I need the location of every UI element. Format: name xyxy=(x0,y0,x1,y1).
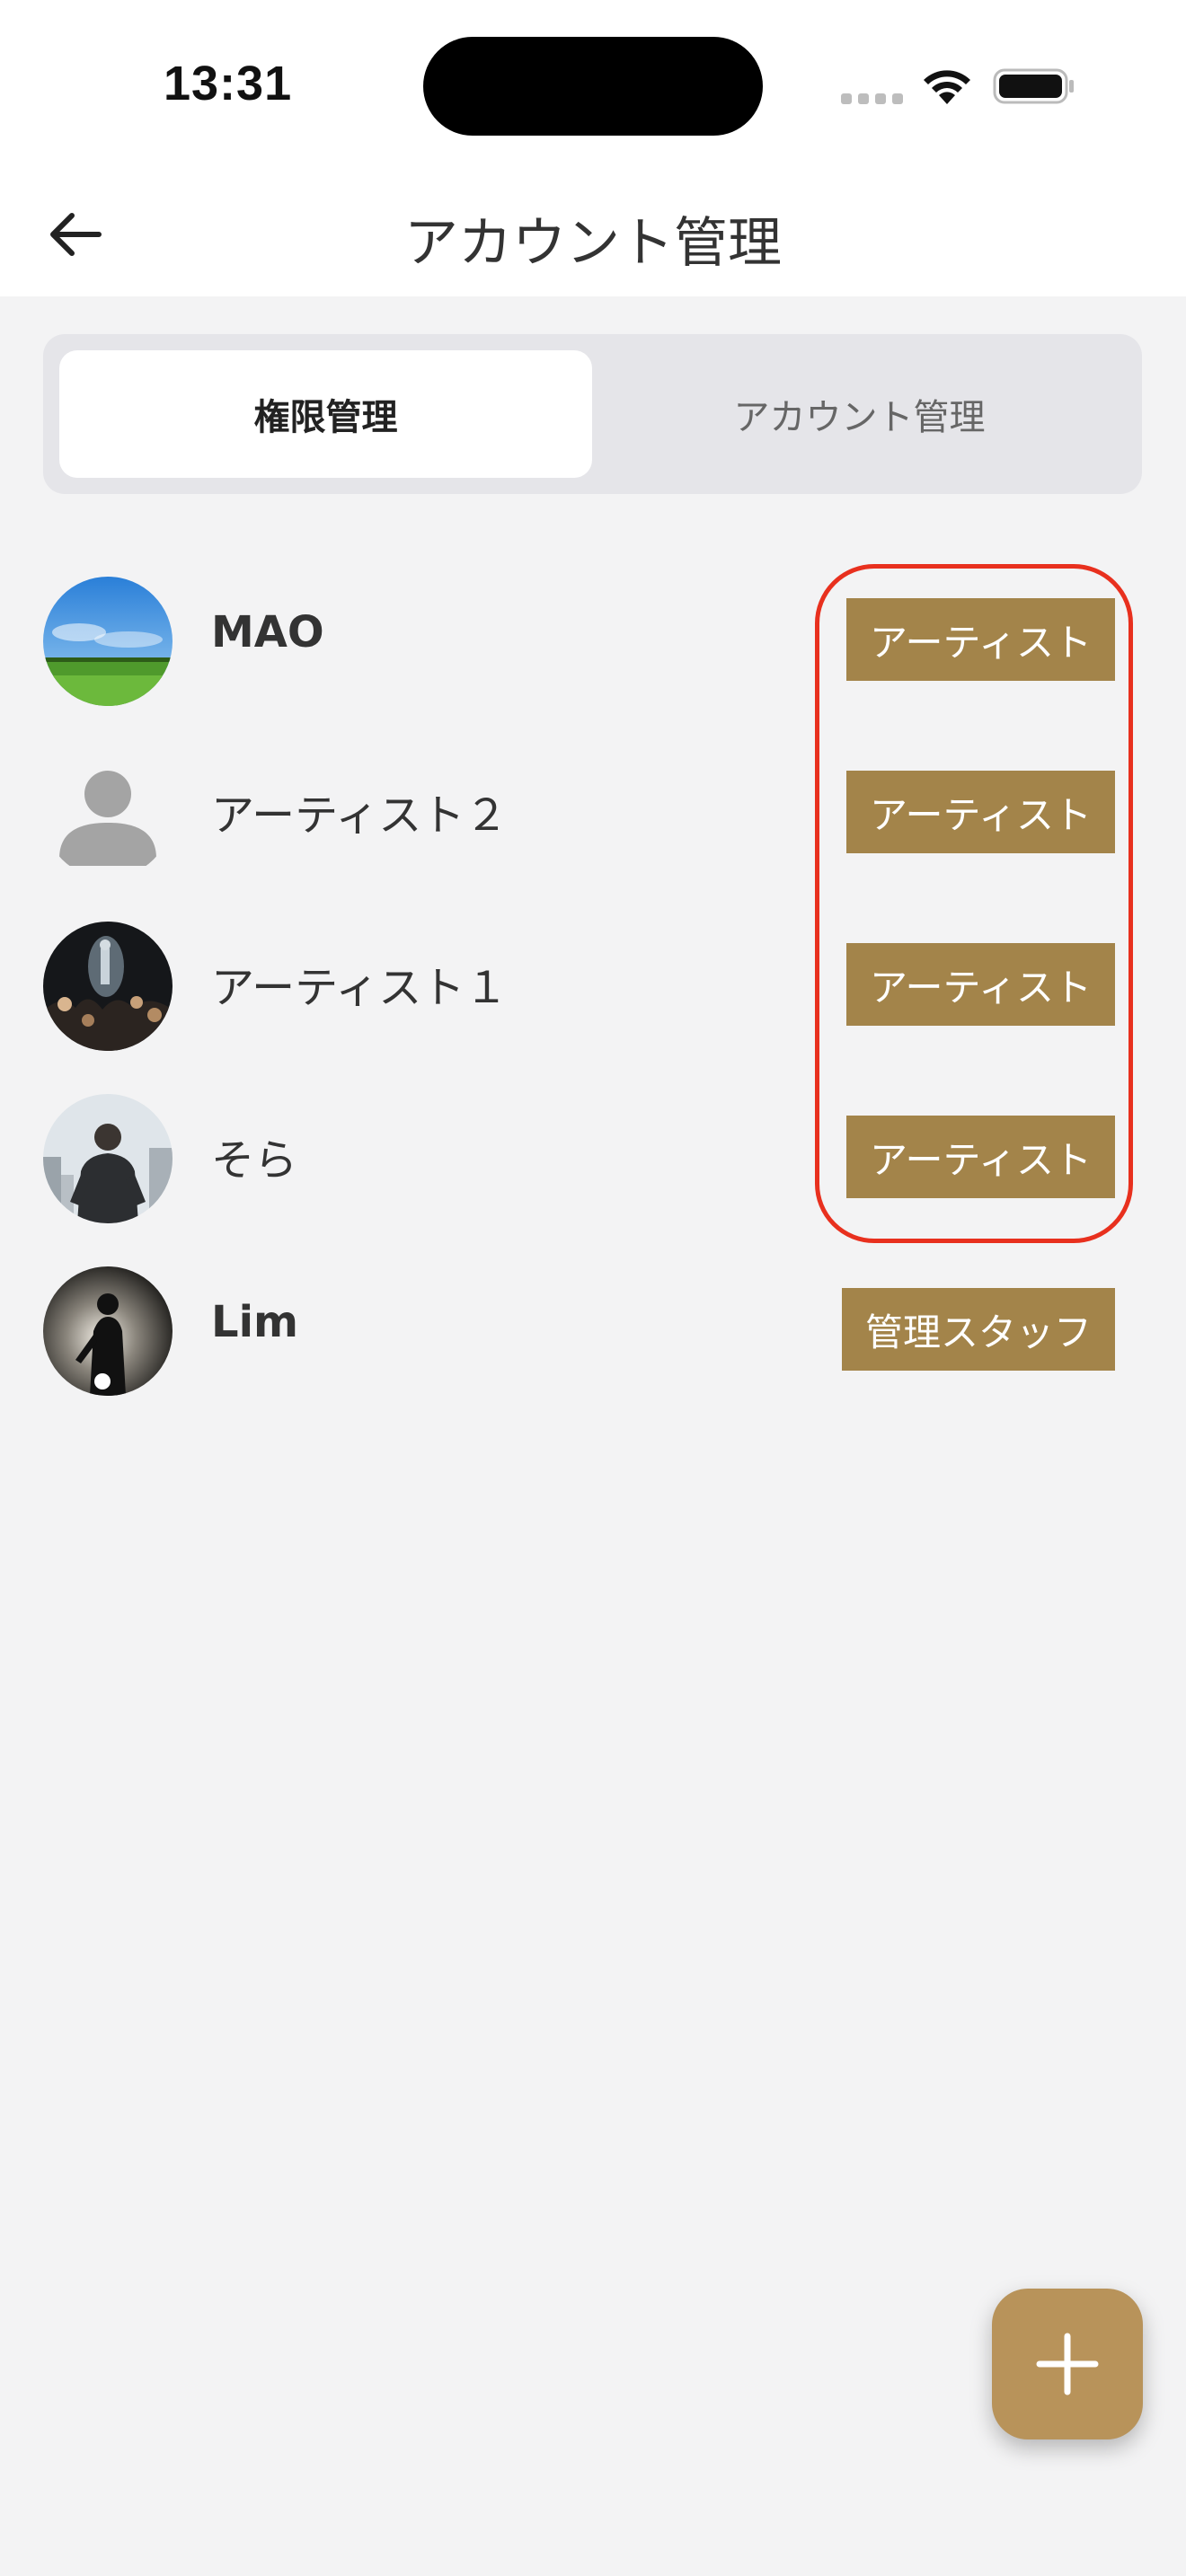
avatar xyxy=(43,1266,173,1396)
add-account-button[interactable] xyxy=(992,2289,1143,2439)
avatar xyxy=(43,1094,173,1223)
nav-bar: アカウント管理 xyxy=(0,171,1186,296)
dynamic-island xyxy=(423,37,763,136)
tab-account-management[interactable]: アカウント管理 xyxy=(593,350,1126,478)
account-name: そら xyxy=(211,1135,298,1186)
highlight-box xyxy=(815,564,1133,1243)
plus-icon xyxy=(1036,2333,1099,2395)
account-name: MAO xyxy=(211,607,324,657)
role-badge[interactable]: 管理スタッフ xyxy=(841,1288,1115,1371)
account-name: アーティスト２ xyxy=(211,790,509,841)
avatar xyxy=(43,922,173,1051)
wifi-icon xyxy=(924,70,970,104)
avatar xyxy=(43,577,173,706)
account-row[interactable]: Lim 管理スタッフ xyxy=(0,1247,1186,1419)
cellular-signal-icon xyxy=(841,93,904,104)
account-name: Lim xyxy=(211,1297,299,1347)
default-person-icon xyxy=(43,749,173,878)
status-time: 13:31 xyxy=(164,57,293,110)
battery-icon xyxy=(993,68,1074,104)
page-title: アカウント管理 xyxy=(404,212,782,275)
tab-permission-management[interactable]: 権限管理 xyxy=(59,350,592,478)
account-name: アーティスト１ xyxy=(211,963,509,1013)
status-bar: 13:31 xyxy=(0,0,1186,171)
segmented-control: 権限管理 アカウント管理 xyxy=(43,334,1142,494)
